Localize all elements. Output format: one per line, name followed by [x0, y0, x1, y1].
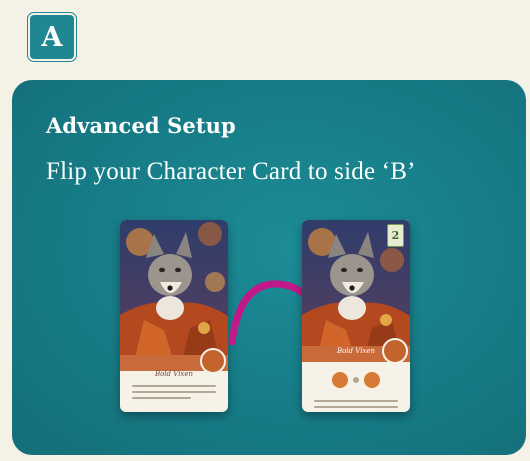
section-badge-letter: A: [41, 22, 63, 53]
card-ability-text: [132, 385, 216, 403]
card-ability-icons: [332, 372, 380, 388]
panel-title: Advanced Setup: [46, 113, 236, 138]
character-card-side-b: 2 Bold Vixen: [302, 220, 410, 412]
card-ability-text: [314, 400, 398, 412]
section-badge: A: [30, 15, 74, 59]
advanced-setup-panel: Advanced Setup Flip your Character Card …: [12, 80, 526, 455]
panel-instruction: Flip your Character Card to side ‘B’: [46, 158, 416, 185]
card-character-name: Bold Vixen: [336, 347, 376, 355]
card-character-name: Bold Vixen: [154, 370, 194, 378]
card-side-indicator: 2: [387, 224, 404, 247]
